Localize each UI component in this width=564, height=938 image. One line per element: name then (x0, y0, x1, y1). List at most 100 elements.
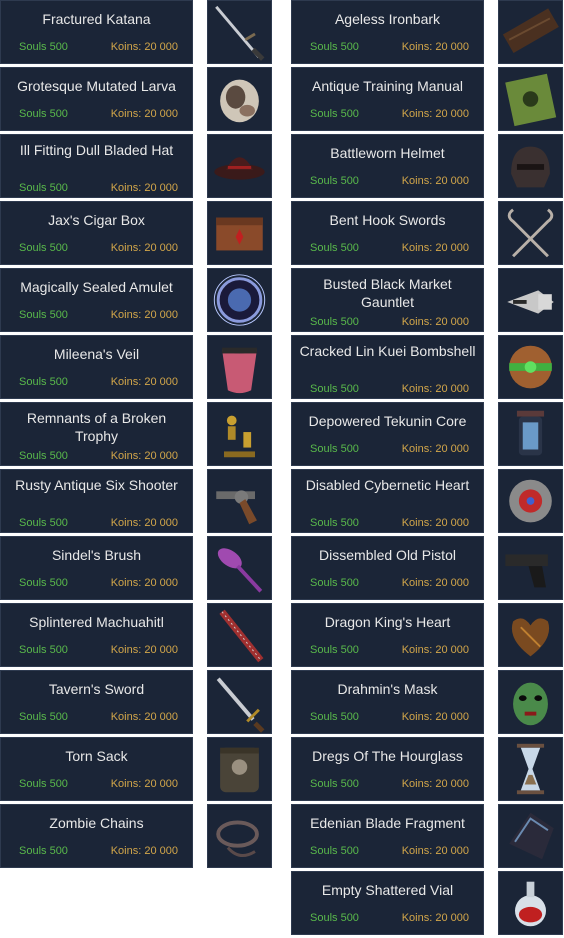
item-info-panel[interactable]: Cracked Lin Kuei Bombshell Koins: 20 000 S… (291, 335, 484, 399)
item-info-panel[interactable]: Zombie Chains Koins: 20 000 Souls 500 (0, 804, 193, 868)
veil-icon[interactable] (207, 335, 272, 399)
item-info-panel[interactable]: Sindel's Brush Koins: 20 000 Souls 500 (0, 536, 193, 600)
ironbark-icon[interactable] (498, 0, 563, 64)
item-souls-price: Souls 500 (19, 450, 68, 462)
item-name: Antique Training Manual (312, 78, 463, 94)
item-koins-price: Koins: 20 000 (110, 577, 178, 589)
item-name: Torn Sack (65, 748, 128, 764)
item-koins-price: Koins: 20 000 (401, 711, 469, 723)
item-koins-price: Koins: 20 000 (110, 517, 178, 529)
item-info-panel[interactable]: Battleworn Helmet Koins: 20 000 Souls 500 (291, 134, 484, 198)
item-koins-price: Koins: 20 000 (401, 912, 469, 924)
item-name: Drahmin's Mask (337, 681, 438, 697)
item-name: Ageless Ironbark (334, 11, 441, 27)
item-koins-price: Koins: 20 000 (110, 41, 178, 53)
item-info-panel[interactable]: Depowered Tekunin Core Koins: 20 000 Souls… (291, 402, 484, 466)
item-info-panel[interactable]: Dragon King's Heart Koins: 20 000 Souls 50… (291, 603, 484, 667)
hourglass-icon[interactable] (498, 737, 563, 801)
cigar-box-icon[interactable] (207, 201, 272, 265)
item-name: Dragon King's Heart (324, 614, 451, 630)
gauntlet-icon[interactable] (498, 268, 563, 332)
larva-icon[interactable] (207, 67, 272, 131)
item-koins-price: Koins: 20 000 (110, 182, 178, 194)
item-info-panel[interactable]: Mileena's Veil Koins: 20 000 Souls 500 (0, 335, 193, 399)
item-souls-price: Souls 500 (19, 376, 68, 388)
bombshell-icon[interactable] (498, 335, 563, 399)
item-info-panel[interactable]: Magically Sealed Amulet Koins: 20 000 Soul… (0, 268, 193, 332)
item-souls-price: Souls 500 (310, 175, 359, 187)
item-info-panel[interactable]: Busted Black Market Gauntlet Koins: 20 00… (291, 268, 484, 332)
item-koins-price: Koins: 20 000 (401, 316, 469, 328)
item-info-panel[interactable]: Dregs Of The Hourglass Koins: 20 000 Souls… (291, 737, 484, 801)
item-koins-price: Koins: 20 000 (401, 644, 469, 656)
item-info-panel[interactable]: Drahmin's Mask Koins: 20 000 Souls 500 (291, 670, 484, 734)
club-icon[interactable] (207, 603, 272, 667)
item-info-panel[interactable]: Bent Hook Swords Koins: 20 000 Souls 500 (291, 201, 484, 265)
item-koins-price: Koins: 20 000 (110, 108, 178, 120)
item-info-panel[interactable]: Remnants of a Broken Trophy Koins: 20 000… (0, 402, 193, 466)
item-souls-price: Souls 500 (310, 108, 359, 120)
item-info-panel[interactable]: Grotesque Mutated Larva Koins: 20 000 Soul… (0, 67, 193, 131)
item-info-panel[interactable]: Fractured Katana Koins: 20 000 Souls 500 (0, 0, 193, 64)
item-koins-price: Koins: 20 000 (401, 175, 469, 187)
item-name: Zombie Chains (49, 815, 144, 831)
brush-icon[interactable] (207, 536, 272, 600)
item-koins-price: Koins: 20 000 (110, 778, 178, 790)
trophy-icon[interactable] (207, 402, 272, 466)
item-name: Cracked Lin Kuei Bombshell (299, 343, 476, 359)
item-name: Tavern's Sword (48, 681, 145, 697)
item-name: Ill Fitting Dull Bladed Hat (19, 142, 174, 158)
item-name: Grotesque Mutated Larva (17, 78, 176, 94)
item-info-panel[interactable]: Jax's Cigar Box Koins: 20 000 Souls 500 (0, 201, 193, 265)
item-name: Disabled Cybernetic Heart (305, 477, 470, 493)
mask-icon[interactable] (498, 670, 563, 734)
core-icon[interactable] (498, 402, 563, 466)
item-info-panel[interactable]: Ill Fitting Dull Bladed Hat Koins: 20 000… (0, 134, 193, 198)
item-name: Mileena's Veil (53, 346, 140, 362)
item-souls-price: Souls 500 (310, 577, 359, 589)
item-koins-price: Koins: 20 000 (401, 845, 469, 857)
item-name: Battleworn Helmet (330, 145, 445, 161)
item-name: Magically Sealed Amulet (20, 279, 173, 295)
cyber-heart-icon[interactable] (498, 469, 563, 533)
item-name: Busted Black Market Gauntlet (323, 276, 452, 310)
katana-icon[interactable] (207, 0, 272, 64)
item-info-panel[interactable]: Dissembled Old Pistol Koins: 20 000 Souls … (291, 536, 484, 600)
item-souls-price: Souls 500 (310, 912, 359, 924)
item-info-panel[interactable]: Antique Training Manual Koins: 20 000 Soul… (291, 67, 484, 131)
helmet-icon[interactable] (498, 134, 563, 198)
item-name: Remnants of a Broken Trophy (26, 410, 167, 444)
item-info-panel[interactable]: Disabled Cybernetic Heart Koins: 20 000 So… (291, 469, 484, 533)
item-info-panel[interactable]: Torn Sack Koins: 20 000 Souls 500 (0, 737, 193, 801)
pistol-icon[interactable] (498, 536, 563, 600)
sword-icon[interactable] (207, 670, 272, 734)
item-info-panel[interactable]: Ageless Ironbark Koins: 20 000 Souls 500 (291, 0, 484, 64)
chains-icon[interactable] (207, 804, 272, 868)
item-souls-price: Souls 500 (19, 778, 68, 790)
dragon-heart-icon[interactable] (498, 603, 563, 667)
item-info-panel[interactable]: Splintered Machuahitl Koins: 20 000 Souls … (0, 603, 193, 667)
amulet-icon[interactable] (207, 268, 272, 332)
blade-fragment-icon[interactable] (498, 804, 563, 868)
item-info-panel[interactable]: Edenian Blade Fragment Koins: 20 000 Souls… (291, 804, 484, 868)
item-souls-price: Souls 500 (310, 443, 359, 455)
item-koins-price: Koins: 20 000 (110, 242, 178, 254)
item-name: Empty Shattered Vial (321, 882, 454, 898)
hook-swords-icon[interactable] (498, 201, 563, 265)
vial-icon[interactable] (498, 871, 563, 935)
item-info-panel[interactable]: Empty Shattered Vial Koins: 20 000 Souls 5… (291, 871, 484, 935)
item-info-panel[interactable]: Rusty Antique Six Shooter Koins: 20 000 So… (0, 469, 193, 533)
sack-icon[interactable] (207, 737, 272, 801)
item-koins-price: Koins: 20 000 (401, 108, 469, 120)
item-souls-price: Souls 500 (19, 577, 68, 589)
manual-icon[interactable] (498, 67, 563, 131)
item-info-panel[interactable]: Tavern's Sword Koins: 20 000 Souls 500 (0, 670, 193, 734)
item-souls-price: Souls 500 (19, 242, 68, 254)
item-souls-price: Souls 500 (310, 383, 359, 395)
hat-icon[interactable] (207, 134, 272, 198)
revolver-icon[interactable] (207, 469, 272, 533)
item-koins-price: Koins: 20 000 (110, 711, 178, 723)
item-koins-price: Koins: 20 000 (401, 778, 469, 790)
item-souls-price: Souls 500 (19, 845, 68, 857)
item-souls-price: Souls 500 (310, 778, 359, 790)
